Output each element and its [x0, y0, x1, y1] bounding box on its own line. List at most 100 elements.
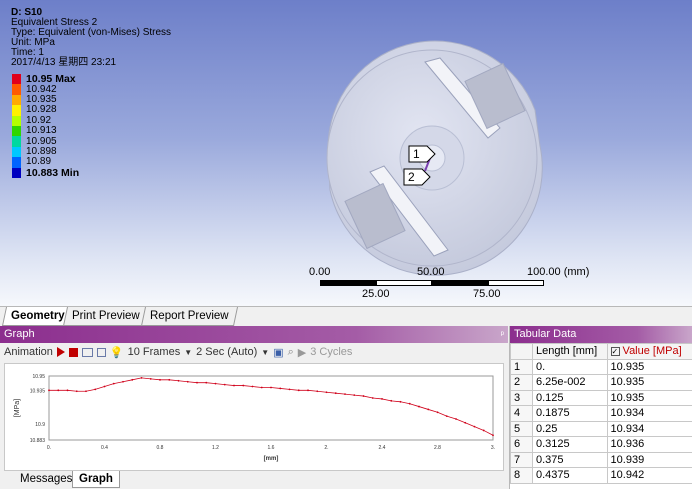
row-index-cell: 2 — [510, 374, 533, 391]
length-cell: 0.25 — [532, 420, 608, 437]
length-cell: 6.25e-002 — [532, 374, 608, 391]
tab-graph[interactable]: Graph — [72, 471, 120, 488]
length-cell: 0.375 — [532, 451, 608, 468]
duration-select[interactable]: 2 Sec (Auto) — [196, 346, 257, 358]
probe-number: 2 — [408, 170, 415, 184]
play-icon[interactable] — [56, 347, 65, 357]
row-index-cell: 6 — [510, 436, 533, 453]
table-header-row: Length [mm] ✓ Value [MPa] — [510, 343, 692, 360]
table-row[interactable]: 7 0.375 10.939 — [510, 451, 692, 468]
plot-frame — [48, 375, 494, 441]
data-point — [223, 383, 226, 386]
x-tick-label: 2. — [324, 445, 328, 451]
bulb-icon[interactable]: 💡 — [110, 346, 124, 359]
y-tick-label: 10.935 — [30, 388, 46, 394]
zoom-icon[interactable]: ⌕ — [288, 346, 294, 359]
data-point — [242, 384, 245, 387]
row-index-cell: 3 — [510, 389, 533, 406]
data-point — [473, 425, 476, 428]
table-row[interactable]: 5 0.25 10.934 — [510, 420, 692, 437]
table-row[interactable]: 8 0.4375 10.942 — [510, 467, 692, 484]
model-geometry[interactable] — [0, 0, 692, 306]
tab-report-preview[interactable]: Report Preview — [140, 307, 238, 326]
cycles-label[interactable]: 3 Cycles — [310, 346, 352, 358]
x-axis-label: [mm] — [264, 456, 279, 462]
animation-label: Animation — [4, 346, 53, 358]
scale-segment — [432, 280, 488, 286]
data-point — [94, 388, 97, 391]
data-point — [214, 382, 217, 385]
export-icon[interactable]: ▣ — [273, 346, 283, 359]
x-tick-label: 1.2 — [212, 445, 219, 451]
data-point — [270, 386, 272, 389]
probe-number: 1 — [413, 147, 420, 161]
data-point — [112, 382, 115, 385]
data-point — [168, 378, 171, 381]
data-point — [233, 384, 235, 387]
data-point — [362, 395, 365, 397]
frames-grid-icon[interactable] — [81, 347, 93, 357]
value-column-header[interactable]: ✓ Value [MPa] — [606, 343, 692, 360]
value-cell: 10.942 — [606, 467, 692, 484]
data-point — [455, 418, 457, 420]
graph-panel-title: Graph — [4, 328, 35, 340]
data-point — [418, 405, 420, 408]
data-point — [48, 389, 50, 392]
pin-icon[interactable]: ᵖ — [501, 326, 504, 343]
graphics-viewport[interactable]: D: S10 Equivalent Stress 2 Type: Equival… — [0, 0, 692, 306]
x-tick-label: 0.8 — [157, 445, 164, 451]
data-point — [122, 380, 124, 383]
series-line — [49, 377, 494, 436]
data-point — [408, 402, 411, 405]
row-index-cell: 5 — [510, 420, 533, 437]
graph-panel: Graph ᵖ Animation 💡 10 Frames ▼ 2 Sec (A… — [0, 326, 508, 489]
tab-messages[interactable]: Messages — [14, 471, 78, 488]
length-cell: 0.3125 — [532, 436, 608, 453]
data-point — [288, 388, 291, 391]
checkbox-icon[interactable]: ✓ — [610, 347, 620, 357]
value-cell: 10.934 — [606, 420, 692, 437]
table-row[interactable]: 2 6.25e-002 10.935 — [510, 374, 692, 391]
row-index-cell: 4 — [510, 405, 533, 422]
x-tick-label: 2.8 — [434, 445, 441, 451]
value-cell: 10.934 — [606, 405, 692, 422]
scale-label: 50.00 — [417, 266, 445, 278]
distributed-icon[interactable] — [96, 347, 106, 357]
probe-label-1[interactable]: 1 — [408, 145, 438, 168]
length-column-header[interactable]: Length [mm] — [532, 343, 608, 360]
value-cell: 10.935 — [606, 374, 692, 391]
row-index-cell: 1 — [510, 358, 533, 375]
data-point — [390, 399, 393, 402]
data-point — [57, 389, 60, 392]
y-tick-label: 10.95 — [32, 374, 45, 380]
frames-select[interactable]: 10 Frames — [128, 346, 181, 358]
graph-panel-header: Graph ᵖ — [0, 326, 508, 343]
table-row[interactable]: 6 0.3125 10.936 — [510, 436, 692, 453]
chevron-down-icon[interactable]: ▼ — [261, 348, 269, 357]
probe-label-2[interactable]: 2 — [403, 168, 433, 191]
length-cell: 0.1875 — [532, 405, 608, 422]
data-point — [334, 392, 337, 395]
data-point — [177, 379, 180, 382]
tabular-data-title: Tabular Data — [514, 328, 577, 340]
data-point — [307, 389, 309, 392]
data-point — [316, 390, 319, 393]
data-point — [205, 381, 208, 384]
data-point — [260, 386, 263, 389]
chevron-down-icon[interactable]: ▼ — [184, 348, 192, 357]
data-point — [325, 391, 328, 394]
tab-print-preview[interactable]: Print Preview — [62, 307, 149, 326]
data-point — [353, 394, 356, 397]
cycles-icon[interactable]: ▶ — [298, 346, 306, 359]
x-tick-label: 1.6 — [268, 445, 275, 451]
length-cell: 0. — [532, 358, 608, 375]
table-row[interactable]: 4 0.1875 10.934 — [510, 405, 692, 422]
stop-icon[interactable] — [68, 347, 78, 357]
data-point — [381, 398, 383, 400]
row-index-header — [510, 343, 533, 360]
value-cell: 10.936 — [606, 436, 692, 453]
x-tick-label: 0.4 — [101, 445, 108, 451]
table-row[interactable]: 1 0. 10.935 — [510, 358, 692, 375]
scale-bar: 0.00 50.00 100.00 (mm) 25.00 75.00 — [308, 266, 608, 304]
table-row[interactable]: 3 0.125 10.935 — [510, 389, 692, 406]
